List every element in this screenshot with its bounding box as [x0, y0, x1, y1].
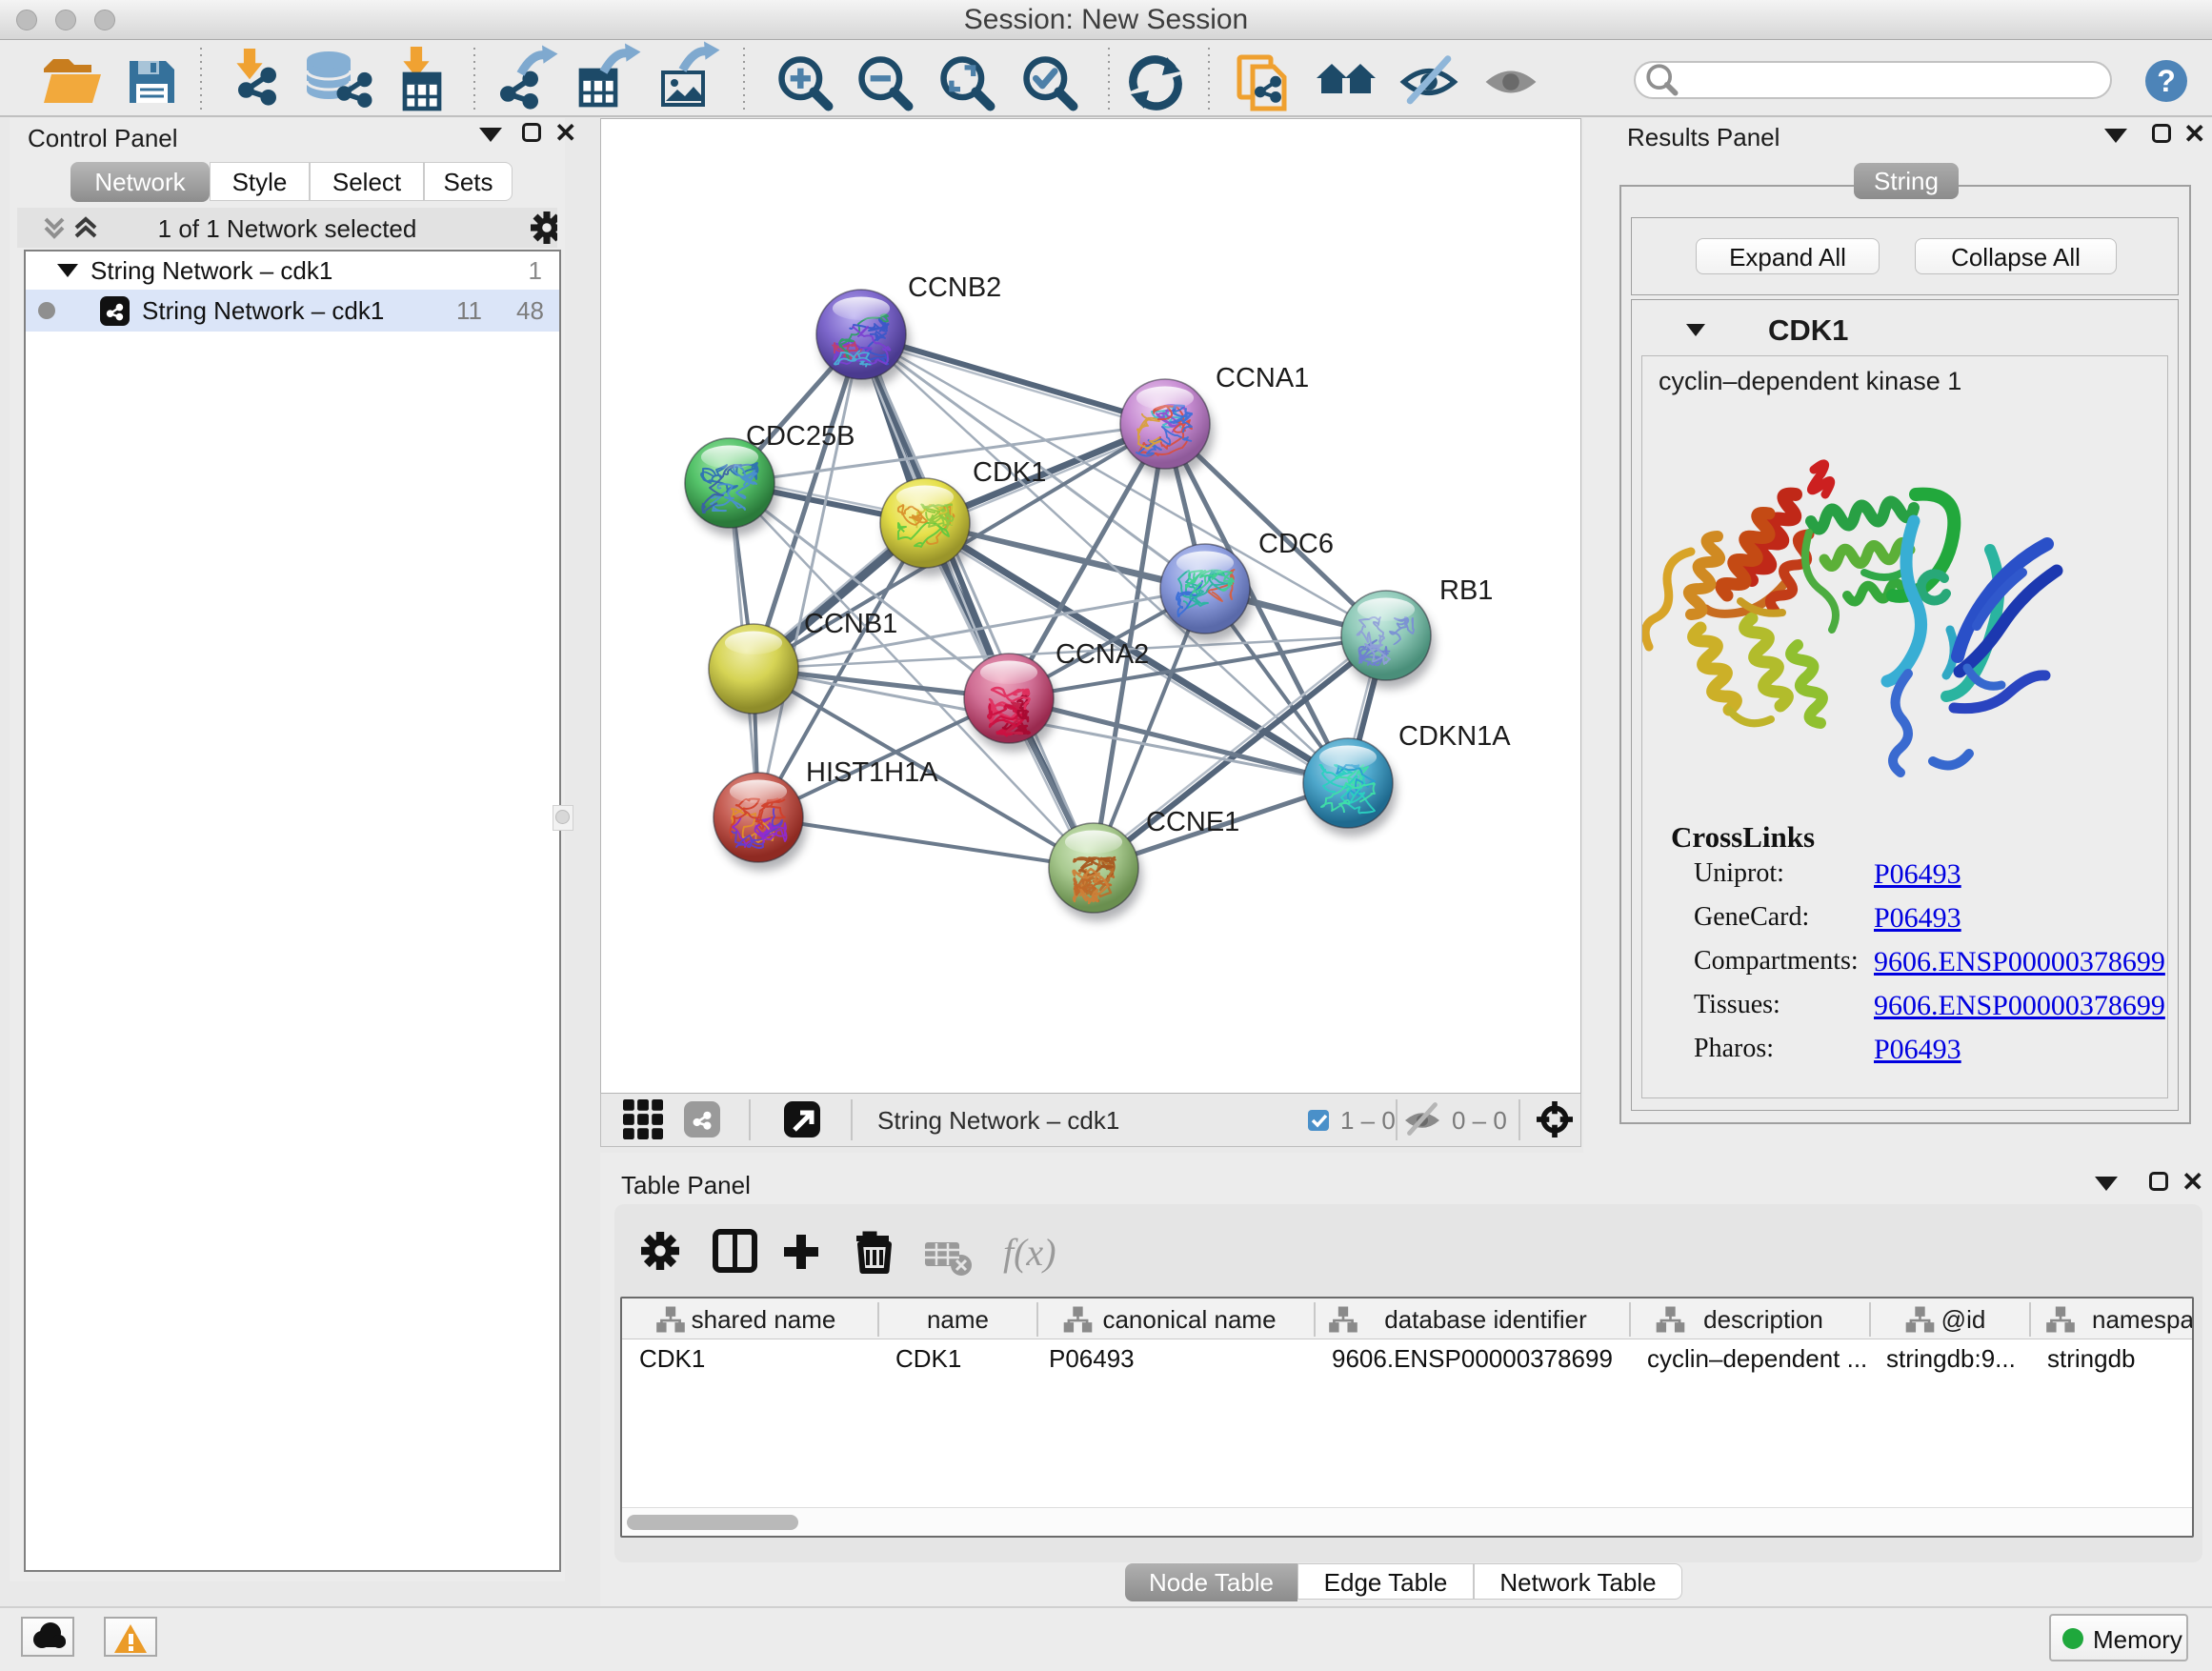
- svg-text:CDK1: CDK1: [639, 1344, 705, 1373]
- svg-text:CDC25B: CDC25B: [746, 421, 855, 452]
- svg-text:f(x): f(x): [1003, 1231, 1056, 1274]
- svg-text:HIST1H1A: HIST1H1A: [806, 757, 938, 788]
- svg-text:name: name: [927, 1305, 989, 1334]
- svg-text:9606.ENSP00000378699: 9606.ENSP00000378699: [1332, 1344, 1613, 1373]
- svg-text:CCNA1: CCNA1: [1216, 363, 1309, 393]
- svg-text:CCNA2: CCNA2: [1056, 639, 1149, 670]
- svg-text:CDK1: CDK1: [973, 457, 1046, 488]
- svg-text:CDKN1A: CDKN1A: [1398, 721, 1511, 752]
- svg-text:canonical name: canonical name: [1102, 1305, 1276, 1334]
- svg-text:String Network – cdk1: String Network – cdk1: [877, 1106, 1119, 1135]
- svg-text:stringdb:9...: stringdb:9...: [1886, 1344, 2016, 1373]
- svg-text:CDK1: CDK1: [895, 1344, 961, 1373]
- svg-text:description: description: [1703, 1305, 1823, 1334]
- svg-text:?: ?: [2157, 64, 2176, 98]
- svg-text:CCNB1: CCNB1: [804, 609, 897, 639]
- svg-text:0 – 0: 0 – 0: [1452, 1106, 1507, 1135]
- svg-text:P06493: P06493: [1049, 1344, 1135, 1373]
- svg-text:@id: @id: [1941, 1305, 1986, 1334]
- svg-text:shared name: shared name: [692, 1305, 836, 1334]
- svg-text:RB1: RB1: [1439, 575, 1493, 606]
- svg-text:cyclin–dependent ...: cyclin–dependent ...: [1647, 1344, 1867, 1373]
- svg-text:namespace: namespace: [2092, 1305, 2192, 1334]
- svg-text:CCNE1: CCNE1: [1146, 807, 1239, 837]
- svg-text:database identifier: database identifier: [1384, 1305, 1587, 1334]
- svg-text:CCNB2: CCNB2: [908, 272, 1001, 303]
- svg-text:stringdb: stringdb: [2047, 1344, 2136, 1373]
- svg-text:1 – 0: 1 – 0: [1340, 1106, 1396, 1135]
- svg-text:CDC6: CDC6: [1258, 529, 1334, 559]
